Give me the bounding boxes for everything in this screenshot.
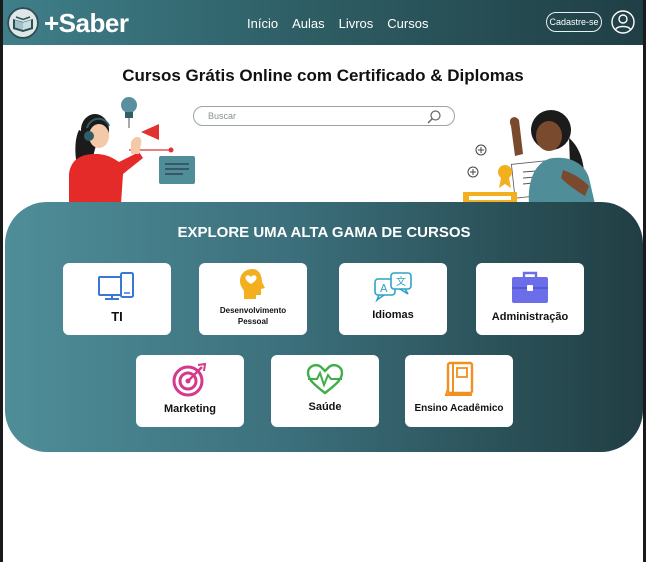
- nav-item-inicio[interactable]: Início: [247, 16, 278, 31]
- category-label: Ensino Acadêmico: [414, 403, 504, 414]
- student-illustration-right: [463, 108, 613, 204]
- briefcase-icon: [512, 271, 548, 303]
- heartbeat-icon: [306, 364, 344, 395]
- nav-item-livros[interactable]: Livros: [339, 16, 374, 31]
- nav-item-aulas[interactable]: Aulas: [292, 16, 325, 31]
- book-icon: [444, 361, 474, 396]
- translate-icon: A 文: [374, 272, 412, 303]
- header-bar: +Saber Início Aulas Livros Cursos Cadast…: [3, 0, 643, 45]
- category-card-idiomas[interactable]: A 文 Idiomas: [339, 263, 447, 335]
- search-input[interactable]: [208, 111, 418, 121]
- category-card-administracao[interactable]: Administração: [476, 263, 584, 335]
- signup-button[interactable]: Cadastre-se: [546, 12, 602, 32]
- lightbulb-icon: [121, 97, 137, 128]
- category-label: TI: [111, 309, 123, 324]
- head-heart-icon: [240, 269, 265, 299]
- user-account-icon[interactable]: [611, 10, 635, 34]
- search-box: [193, 106, 455, 126]
- category-card-ti[interactable]: TI: [63, 263, 171, 335]
- nav-item-cursos[interactable]: Cursos: [387, 16, 428, 31]
- explore-title: EXPLORE UMA ALTA GAMA DE CURSOS: [177, 224, 471, 241]
- explore-panel: EXPLORE UMA ALTA GAMA DE CURSOS TI Desen…: [5, 202, 643, 452]
- search-icon[interactable]: [426, 109, 442, 125]
- category-label: Idiomas: [372, 309, 414, 321]
- category-label: Administração: [491, 311, 569, 323]
- category-card-saude[interactable]: Saúde: [271, 355, 379, 427]
- svg-text:文: 文: [396, 275, 406, 288]
- brand-logo[interactable]: +Saber: [7, 7, 129, 39]
- category-card-marketing[interactable]: Marketing: [136, 355, 244, 427]
- page: +Saber Início Aulas Livros Cursos Cadast…: [3, 0, 643, 562]
- computer-icon: [98, 272, 134, 300]
- brand-name: +Saber: [44, 7, 129, 38]
- category-card-desenvolvimento-pessoal[interactable]: Desenvolvimento Pessoal: [199, 263, 307, 335]
- category-card-ensino-academico[interactable]: Ensino Acadêmico: [405, 355, 513, 427]
- target-icon: [172, 363, 207, 397]
- svg-text:A: A: [380, 282, 388, 295]
- category-label: Marketing: [164, 403, 216, 415]
- category-label: Saúde: [308, 401, 342, 413]
- book-logo-icon: [7, 7, 39, 39]
- main-nav: Início Aulas Livros Cursos: [247, 16, 428, 31]
- student-illustration-left: [59, 92, 209, 204]
- page-title: Cursos Grátis Online com Certificado & D…: [122, 66, 524, 85]
- category-label: Desenvolvimento Pessoal: [219, 306, 287, 326]
